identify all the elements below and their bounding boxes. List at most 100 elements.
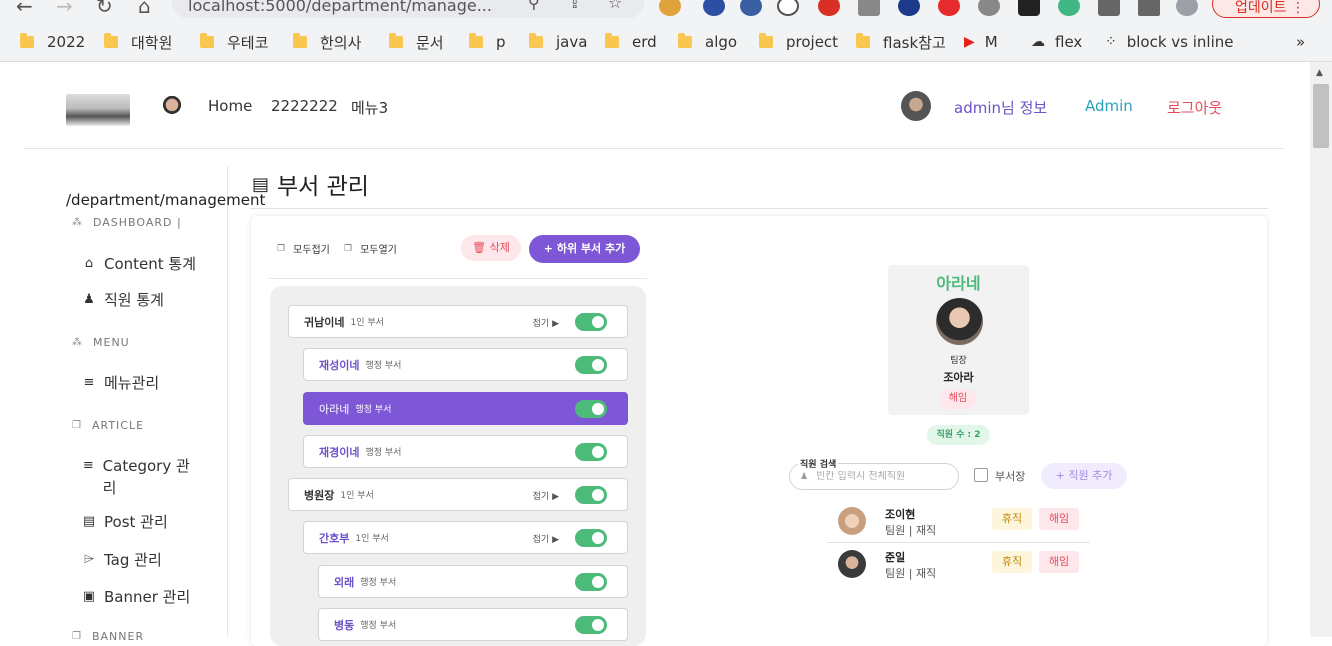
record-extension-icon[interactable]: [938, 0, 960, 16]
logo-image-secondary[interactable]: [155, 93, 189, 127]
vue-extension-icon[interactable]: [1058, 0, 1080, 16]
bookmark-2022[interactable]: 2022: [20, 31, 85, 53]
shield-extension-icon[interactable]: [898, 0, 920, 16]
bookmark-docs[interactable]: 문서: [389, 31, 444, 53]
nav-home[interactable]: Home: [208, 97, 252, 115]
side-panel-icon[interactable]: [1138, 0, 1160, 16]
download-extension-icon[interactable]: [777, 0, 799, 16]
nav-menu-2[interactable]: 2222222: [271, 97, 338, 115]
block-extension-icon[interactable]: [818, 0, 840, 16]
leave-button[interactable]: 휴직: [992, 551, 1032, 573]
forward-arrow-icon[interactable]: →: [56, 0, 73, 18]
department-toggle[interactable]: [575, 616, 607, 634]
url-text[interactable]: localhost:5000/department/manage...: [188, 0, 492, 15]
dismiss-leader-button[interactable]: 해임: [940, 389, 976, 409]
leader-avatar: [936, 298, 983, 345]
page-scrollbar[interactable]: ▲: [1310, 62, 1332, 637]
bookmark-erd[interactable]: erd: [605, 31, 657, 53]
tree-node[interactable]: 간호부 1인 부서 접기 ▶: [303, 521, 628, 554]
collapse-all-button[interactable]: ❐ 모두접기: [277, 241, 330, 257]
department-toggle[interactable]: [575, 573, 607, 591]
extension-icon[interactable]: [740, 0, 762, 16]
bookmark-doctor[interactable]: 한의사: [293, 31, 361, 53]
add-employee-button[interactable]: + 직원 추가: [1041, 463, 1127, 489]
bookmark-block-inline[interactable]: ⁘ block vs inline: [1105, 31, 1234, 53]
admin-link[interactable]: Admin: [1085, 97, 1133, 115]
home-icon[interactable]: ⌂: [138, 0, 151, 18]
tree-node-selected[interactable]: 아라네 행정 부서: [303, 392, 628, 425]
add-sub-department-button[interactable]: + 하위 부서 추가: [529, 235, 640, 263]
department-name: 아라네: [936, 274, 981, 293]
delete-button[interactable]: 🗑 삭제: [461, 235, 521, 261]
expand-all-button[interactable]: ❐ 모두열기: [344, 241, 397, 257]
user-avatar[interactable]: [901, 91, 931, 121]
fold-toggle[interactable]: 접기 ▶: [533, 489, 559, 502]
share-icon[interactable]: ⇪: [568, 0, 581, 12]
bookmark-flex[interactable]: ☁ flex: [1031, 31, 1082, 53]
employee-search-input[interactable]: [816, 471, 947, 482]
department-toggle[interactable]: [575, 400, 607, 418]
sidebar-item-menu-management[interactable]: ≡ 메뉴관리: [82, 372, 160, 394]
department-toggle[interactable]: [575, 486, 607, 504]
scroll-thumb[interactable]: [1313, 84, 1329, 148]
department-toggle[interactable]: [575, 529, 607, 547]
department-toggle[interactable]: [575, 313, 607, 331]
user-info-link[interactable]: admin님 정보: [954, 97, 1047, 118]
logout-link[interactable]: 로그아웃: [1167, 97, 1222, 118]
extension-icon[interactable]: [1018, 0, 1040, 16]
tree-node[interactable]: 외래 행정 부서: [318, 565, 628, 598]
sidebar-item-tag[interactable]: ⌲ Tag 관리: [82, 549, 162, 571]
bookmark-flask[interactable]: flask참고: [856, 31, 946, 53]
sitemap-icon: ⁂: [72, 337, 83, 348]
extension-icon[interactable]: [703, 0, 725, 16]
tree-node[interactable]: 재경이네 행정 부서: [303, 435, 628, 468]
reload-icon[interactable]: ↻: [96, 0, 113, 18]
address-bar[interactable]: localhost:5000/department/manage... ⚲ ⇪ …: [172, 0, 644, 18]
puzzle-icon[interactable]: [1098, 0, 1120, 16]
list-icon: ≡: [83, 375, 95, 390]
scroll-up-icon[interactable]: ▲: [1316, 68, 1323, 78]
more-bookmarks-button[interactable]: »: [1296, 31, 1305, 53]
sidebar-item-category[interactable]: ≡ Category 관리: [82, 455, 194, 499]
bookmark-wooteco[interactable]: 우테코: [200, 31, 268, 53]
sidebar-item-post[interactable]: ▤ Post 관리: [82, 511, 168, 533]
dots-icon: ⁘: [1105, 34, 1117, 50]
plus-icon: +: [1055, 469, 1065, 482]
bookmark-java[interactable]: java: [529, 31, 587, 53]
sidebar-item-content-stats[interactable]: ⌂ Content 통계: [82, 253, 196, 275]
bookmark-p[interactable]: p: [469, 31, 506, 53]
employee-row: 준일 팀원 | 재직 휴직 해임: [827, 544, 1090, 586]
zoom-icon[interactable]: ⚲: [528, 0, 540, 12]
extension-icon[interactable]: [858, 0, 880, 16]
bookmark-star-icon[interactable]: ☆: [608, 0, 622, 12]
gear-extension-icon[interactable]: [978, 0, 1000, 16]
bookmark-project[interactable]: project: [759, 31, 838, 53]
department-toggle[interactable]: [575, 443, 607, 461]
back-arrow-icon[interactable]: ←: [16, 0, 33, 18]
fold-toggle[interactable]: 접기 ▶: [533, 316, 559, 329]
tree-node[interactable]: 병원장 1인 부서 접기 ▶: [288, 478, 628, 511]
leave-button[interactable]: 휴직: [992, 508, 1032, 530]
bookmark-m[interactable]: ▶ M: [964, 31, 998, 53]
nav-menu-3[interactable]: 메뉴3: [351, 97, 388, 118]
toolbar-divider: [269, 278, 647, 279]
home-icon: ⌂: [84, 256, 94, 271]
update-button[interactable]: 업데이트 ⋮: [1212, 0, 1320, 18]
fold-toggle[interactable]: 접기 ▶: [533, 532, 559, 545]
department-toggle[interactable]: [575, 356, 607, 374]
logo-image[interactable]: [66, 94, 130, 126]
bookmark-graduate[interactable]: 대학원: [104, 31, 172, 53]
tree-node[interactable]: 재성이네 행정 부서: [303, 348, 628, 381]
dismiss-button[interactable]: 해임: [1039, 508, 1079, 530]
sidebar-item-banner[interactable]: ▣ Banner 관리: [82, 586, 190, 608]
tree-node[interactable]: 귀남이네 1인 부서 접기 ▶: [288, 305, 628, 338]
title-divider: [250, 208, 1268, 209]
employee-avatar: [838, 550, 866, 578]
leader-checkbox[interactable]: [974, 468, 988, 482]
bookmark-algo[interactable]: algo: [678, 31, 737, 53]
sidebar-item-employee-stats[interactable]: ♟ 직원 통계: [82, 289, 164, 311]
extension-icon[interactable]: [659, 0, 681, 16]
tree-node[interactable]: 병동 행정 부서: [318, 608, 628, 641]
dismiss-button[interactable]: 해임: [1039, 551, 1079, 573]
profile-icon[interactable]: [1176, 0, 1198, 16]
